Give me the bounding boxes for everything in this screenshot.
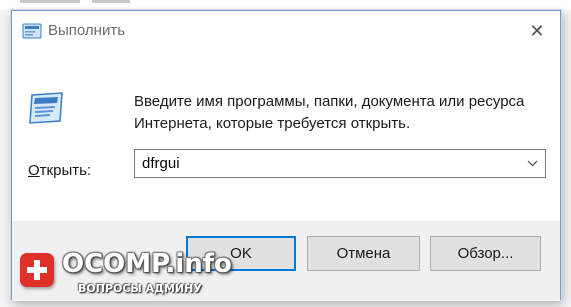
dropdown-button[interactable]: [521, 150, 543, 177]
open-label-accelerator: О: [28, 162, 40, 179]
open-input[interactable]: dfrgui: [142, 155, 180, 172]
close-icon[interactable]: ✕: [529, 21, 544, 42]
open-label: Открыть:: [28, 162, 91, 179]
background-window-ghost: [20, 0, 80, 3]
titlebar[interactable]: Выполнить ✕: [12, 11, 560, 51]
background-window-edge: [0, 0, 571, 10]
open-label-text: ткрыть:: [39, 162, 92, 179]
window-title: Выполнить: [48, 22, 126, 39]
screen: Выполнить ✕ Введите имя программы, папки…: [0, 0, 571, 307]
dialog-body: Введите имя программы, папки, документа …: [12, 51, 560, 221]
run-icon: [22, 23, 42, 39]
browse-button[interactable]: Обзор...: [430, 236, 541, 271]
run-icon: [29, 92, 63, 124]
watermark: OCOMP.info ВОПРОСЫ АДМИНУ: [20, 249, 232, 297]
cancel-button[interactable]: Отмена: [307, 236, 420, 271]
open-combobox[interactable]: dfrgui: [134, 149, 546, 178]
watermark-tagline: ВОПРОСЫ АДМИНУ: [78, 282, 202, 295]
close-button[interactable]: ✕: [514, 11, 560, 51]
instruction-text: Введите имя программы, папки, документа …: [134, 93, 525, 132]
chevron-down-icon[interactable]: [527, 160, 538, 167]
watermark-logo-text: OCOMP.info: [62, 249, 232, 279]
plus-icon: [20, 253, 54, 287]
background-window-ghost: [92, 0, 130, 3]
